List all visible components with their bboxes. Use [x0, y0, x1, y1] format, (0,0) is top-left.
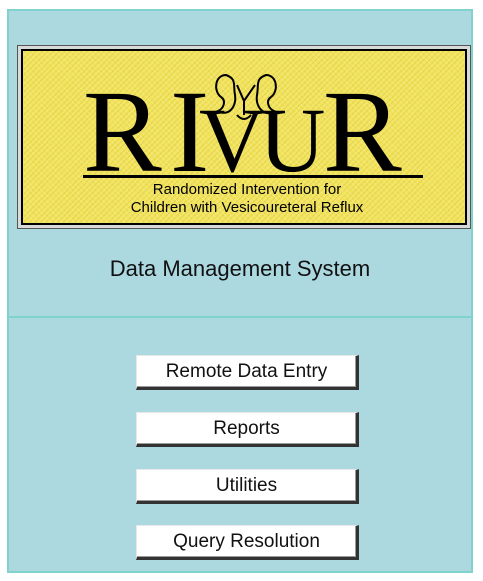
- main-panel: R I V U R Randomized Intervention for Ch…: [7, 9, 473, 573]
- logo-tagline-line2: Children with Vesicoureteral Reflux: [131, 199, 364, 216]
- rivur-logo: R I V U R Randomized Intervention for Ch…: [21, 49, 467, 225]
- page-title: Data Management System: [109, 256, 371, 281]
- query-resolution-button[interactable]: Query Resolution: [136, 525, 359, 560]
- utilities-button[interactable]: Utilities: [136, 469, 359, 504]
- reports-button[interactable]: Reports: [136, 412, 359, 447]
- logo-graphic: R I V U R Randomized Intervention for Ch…: [83, 66, 423, 216]
- logo-rule: [83, 175, 423, 178]
- logo-tagline-line1: Randomized Intervention for: [153, 181, 341, 198]
- app-window: R I V U R Randomized Intervention for Ch…: [0, 0, 483, 581]
- remote-data-entry-button[interactable]: Remote Data Entry: [136, 355, 359, 390]
- header-section: R I V U R Randomized Intervention for Ch…: [9, 11, 471, 318]
